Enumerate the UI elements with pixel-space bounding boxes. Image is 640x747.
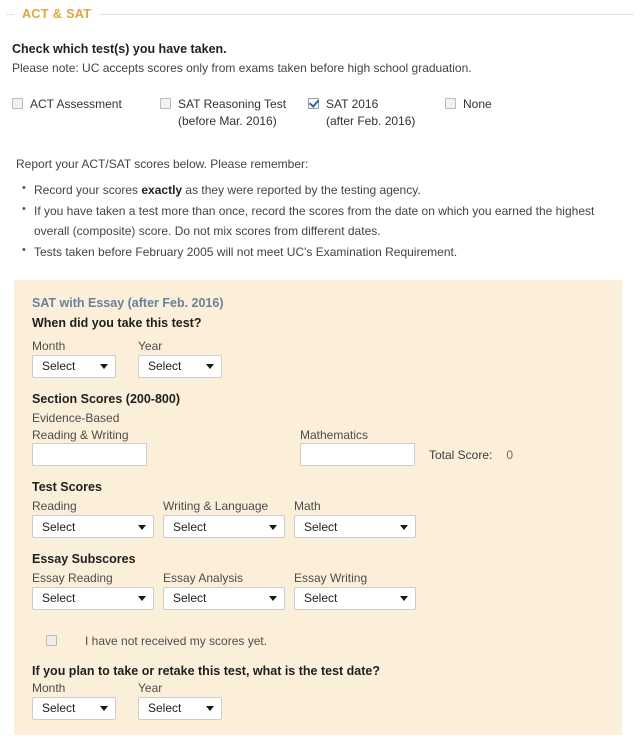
test-scores-block: Test Scores Reading Select Writing & Lan… [32,480,604,539]
section-scores-heading: Section Scores (200-800) [32,391,180,406]
checkbox-none[interactable]: None [445,96,492,131]
year-select[interactable]: Select [138,354,222,378]
not-received-scores-label: I have not received my scores yet. [85,633,268,648]
essay-writing-select-value: Select [304,591,338,606]
chevron-down-icon [100,364,108,370]
list-item: Record your scores exactly as they were … [22,180,626,200]
essay-analysis-select[interactable]: Select [163,586,285,610]
retake-date-row: Month Select Year Select [32,680,604,720]
header-rule-left [6,13,14,15]
bullet-text-post: as they were reported by the testing age… [182,182,421,197]
retake-year-select[interactable]: Select [138,696,222,720]
checkbox-sat-2016[interactable]: SAT 2016 (after Feb. 2016) [308,96,445,131]
intro-heading: Check which test(s) you have taken. [12,42,227,56]
checkbox-sat-reasoning[interactable]: SAT Reasoning Test (before Mar. 2016) [160,96,308,131]
essay-reading-select-value: Select [42,591,76,606]
year-select-value: Select [148,359,182,374]
math-label: Mathematics [300,427,369,442]
test-checkbox-row: ACT Assessment SAT Reasoning Test (befor… [0,78,640,131]
not-received-scores-checkbox[interactable] [46,635,57,647]
list-item: Tests taken before February 2005 will no… [22,242,626,262]
intro-block: Check which test(s) you have taken. Plea… [0,28,640,78]
reading-label: Reading [32,499,77,514]
writing-language-select[interactable]: Select [163,515,285,539]
chevron-down-icon [206,364,214,370]
chevron-down-icon [269,596,277,602]
chevron-down-icon [100,706,108,712]
essay-writing-label: Essay Writing [294,571,368,586]
test-scores-heading: Test Scores [32,480,102,495]
total-score-value: 0 [506,448,514,463]
math-score-input[interactable] [300,443,415,467]
when-taken-question: When did you take this test? [32,316,202,330]
month-label: Month [32,339,66,353]
retake-question: If you plan to take or retake this test,… [32,663,380,678]
reminder-list: Record your scores exactly as they were … [0,180,640,263]
report-lead: Report your ACT/SAT scores below. Please… [16,156,309,171]
section-scores-row: Evidence-Based Reading & Writing Mathema… [32,410,604,467]
essay-subscores-heading: Essay Subscores [32,552,136,567]
essay-reading-select[interactable]: Select [32,586,154,610]
retake-month-label: Month [32,680,66,695]
essay-subscores-row: Essay Reading Select Essay Analysis Sele… [32,570,604,610]
essay-writing-select[interactable]: Select [294,586,416,610]
chevron-down-icon [269,524,277,530]
erw-label-line1: Evidence-Based [32,410,120,425]
retake-year-label: Year [138,680,163,695]
essay-subscores-block: Essay Subscores Essay Reading Select Ess… [32,552,604,610]
total-score-block: Total Score: 0 [429,448,513,466]
erw-label-line2: Reading & Writing [32,427,129,442]
page-title: ACT & SAT [22,7,92,21]
section-header: ACT & SAT [0,0,640,28]
retake-month-select-value: Select [42,701,76,716]
reading-select[interactable]: Select [32,515,154,539]
total-score-label: Total Score: [429,448,493,463]
test-scores-row: Reading Select Writing & Language Select… [32,498,604,539]
header-rule-right [99,13,634,15]
checkbox-act-assessment[interactable]: ACT Assessment [12,96,160,131]
math-test-select-value: Select [304,519,338,534]
retake-month-select[interactable]: Select [32,696,116,720]
math-test-select[interactable]: Select [294,515,416,539]
bullet-text-bold: exactly [141,182,183,197]
chevron-down-icon [138,524,146,530]
writing-language-select-value: Select [173,519,207,534]
chevron-down-icon [400,524,408,530]
writing-language-label: Writing & Language [163,499,269,514]
bullet-text-pre: Record your scores [34,182,142,197]
erw-score-input[interactable] [32,443,147,467]
month-select[interactable]: Select [32,354,116,378]
chevron-down-icon [206,706,214,712]
bullet-text-pre: If you have taken a test more than once,… [34,204,595,238]
reading-select-value: Select [42,519,76,534]
checkbox-act-assessment-box[interactable] [12,97,23,109]
chevron-down-icon [400,596,408,602]
math-test-label: Math [294,499,321,514]
checkbox-sat-reasoning-label: SAT Reasoning Test [178,96,287,111]
test-date-row: Month Select Year Select [32,338,604,378]
essay-reading-label: Essay Reading [32,571,113,586]
bullet-text-pre: Tests taken before February 2005 will no… [34,245,458,260]
checkbox-sat-reasoning-box[interactable] [160,97,171,109]
list-item: If you have taken a test more than once,… [22,201,626,241]
checkbox-none-box[interactable] [445,97,456,109]
essay-analysis-label: Essay Analysis [163,571,244,586]
year-label: Year [138,339,163,353]
month-select-value: Select [42,359,76,374]
retake-year-select-value: Select [148,701,182,716]
checkbox-none-label: None [463,96,492,111]
essay-analysis-select-value: Select [173,591,207,606]
checkbox-sat-2016-box[interactable] [308,97,319,109]
checkbox-sat-reasoning-sublabel: (before Mar. 2016) [178,114,277,129]
checkbox-act-assessment-label: ACT Assessment [30,96,122,111]
not-received-scores-row[interactable]: I have not received my scores yet. [32,634,604,648]
chevron-down-icon [138,596,146,602]
intro-note: Please note: UC accepts scores only from… [12,61,472,76]
checkbox-sat-2016-sublabel: (after Feb. 2016) [326,114,416,129]
panel-title: SAT with Essay (after Feb. 2016) [32,296,224,310]
section-scores-block: Section Scores (200-800) Evidence-Based … [32,392,604,467]
sat-essay-panel: SAT with Essay (after Feb. 2016) When di… [14,280,622,735]
checkbox-sat-2016-label: SAT 2016 [326,96,379,111]
